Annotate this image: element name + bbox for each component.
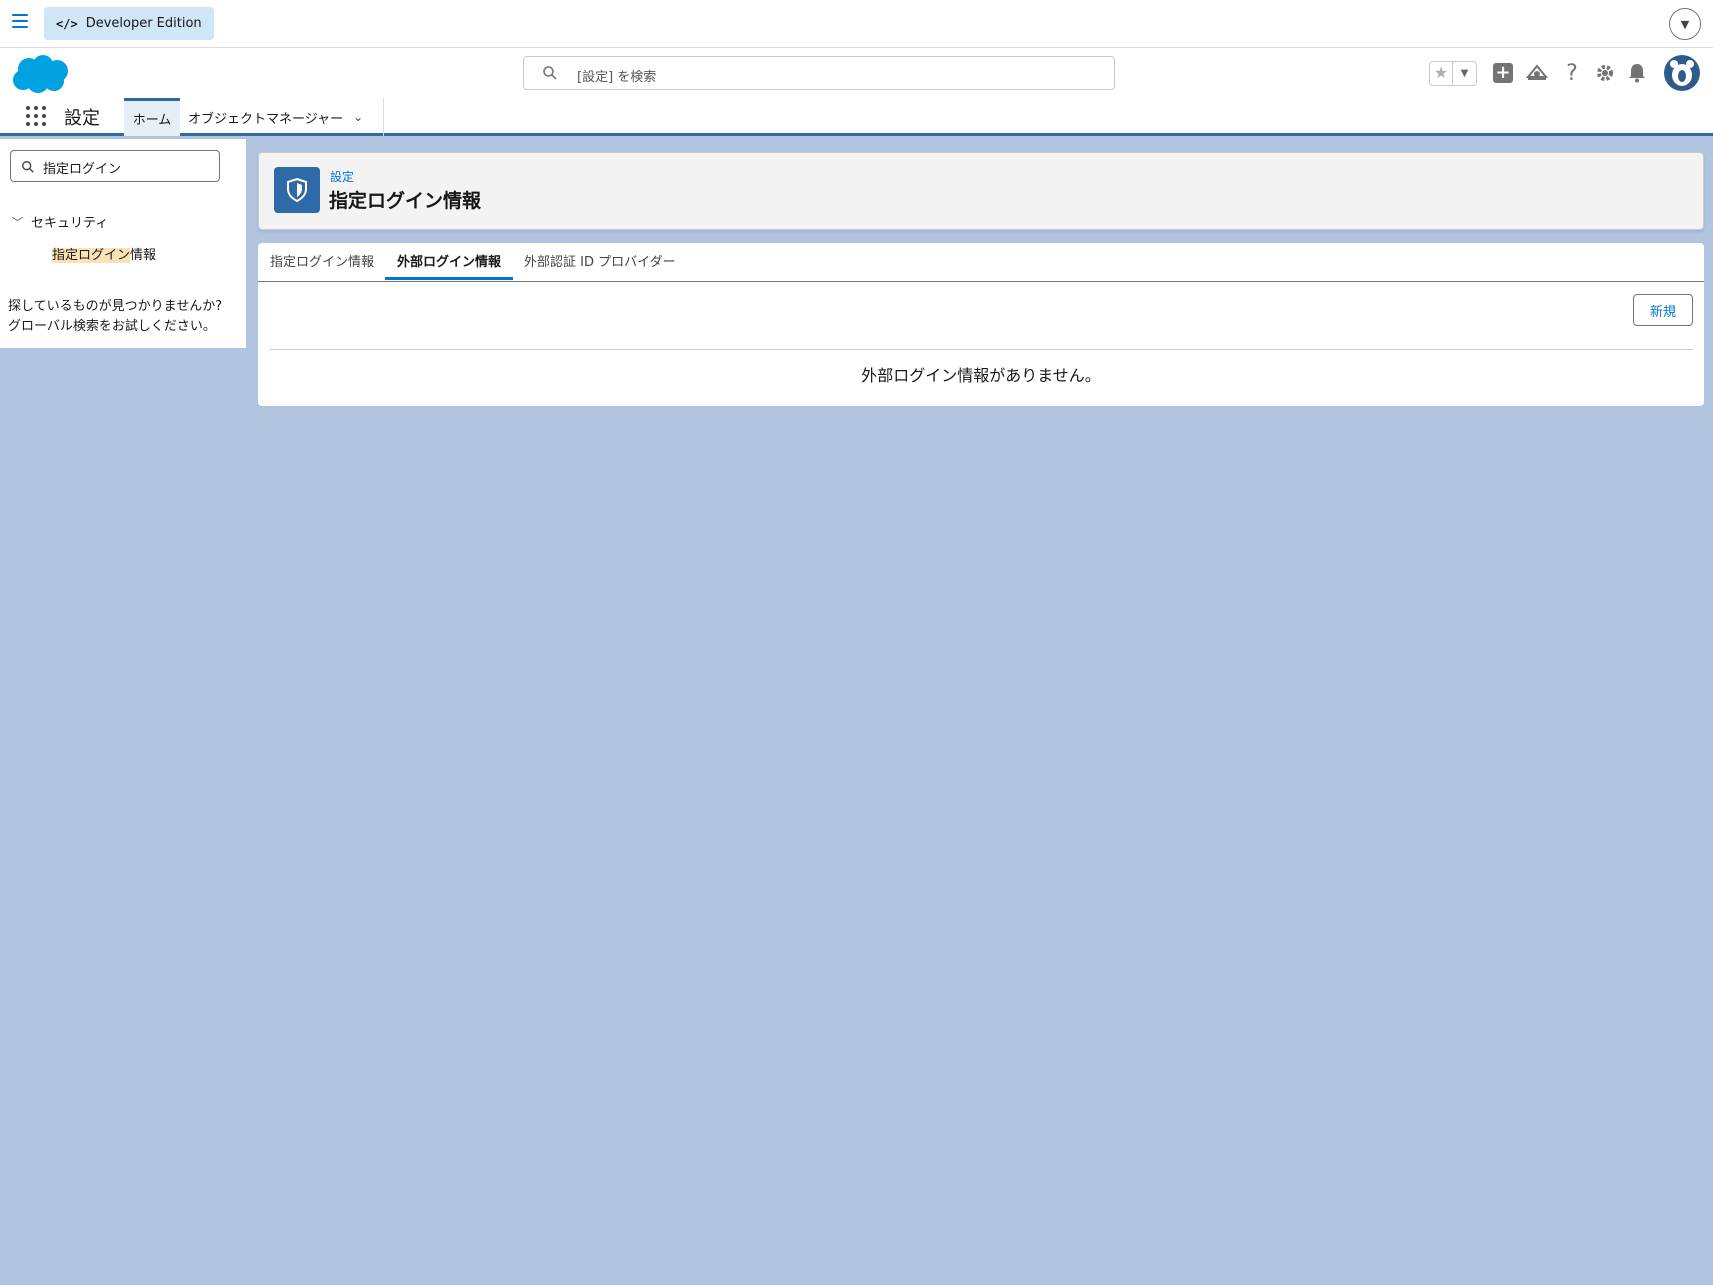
- trailhead-icon[interactable]: [1524, 60, 1550, 86]
- gear-icon[interactable]: [1592, 60, 1618, 86]
- tree-item-named-credentials[interactable]: 指定ログイン情報: [52, 244, 156, 263]
- avatar[interactable]: [1664, 55, 1700, 91]
- edition-label: Developer Edition: [85, 16, 202, 31]
- shield-icon: [274, 167, 320, 213]
- app-launcher-icon[interactable]: [26, 106, 46, 126]
- new-button[interactable]: 新規: [1633, 294, 1693, 326]
- help-icon[interactable]: ?: [1559, 60, 1585, 86]
- developer-edition-badge[interactable]: </> Developer Edition: [44, 7, 214, 40]
- tab-object-manager[interactable]: オブジェクトマネージャー ⌄: [180, 98, 384, 136]
- tab-home[interactable]: ホーム: [124, 98, 180, 136]
- tree-section-security[interactable]: ﹀ セキュリティ: [12, 212, 109, 232]
- developer-bar: [0, 0, 1713, 48]
- favorites-control[interactable]: ★ ▼: [1429, 61, 1477, 86]
- app-name: 設定: [64, 108, 100, 129]
- star-icon[interactable]: ★: [1430, 62, 1453, 85]
- tree-item-label-rest: 情報: [130, 248, 157, 263]
- tab-external-auth-identity-providers[interactable]: 外部認証 ID プロバイダー: [524, 250, 676, 280]
- global-search[interactable]: [設定] を検索: [523, 56, 1115, 90]
- tab-object-manager-label: オブジェクトマネージャー: [188, 111, 344, 127]
- chevron-down-icon[interactable]: ▼: [1669, 8, 1701, 40]
- quick-find-value: 指定ログイン: [43, 162, 122, 177]
- salesforce-logo[interactable]: [11, 54, 69, 94]
- hamburger-icon[interactable]: [12, 14, 28, 30]
- quick-find-input[interactable]: 指定ログイン: [10, 150, 220, 182]
- help-line-1: 探しているものが見つかりませんか?: [8, 299, 223, 314]
- search-highlight: 指定ログイン: [52, 248, 131, 263]
- chevron-down-icon[interactable]: ▼: [1453, 62, 1476, 85]
- breadcrumb[interactable]: 設定: [330, 168, 354, 185]
- tree-section-label: セキュリティ: [31, 216, 109, 231]
- chevron-down-icon[interactable]: ﹀: [12, 214, 23, 230]
- empty-state-message: 外部ログイン情報がありません。: [861, 366, 1101, 385]
- sidebar-help-text: 探しているものが見つかりませんか? グローバル検索をお試しください。: [8, 297, 238, 337]
- page-title: 指定ログイン情報: [329, 190, 482, 212]
- code-icon: </>: [56, 16, 78, 31]
- tab-named-credentials[interactable]: 指定ログイン情報: [270, 250, 374, 280]
- search-icon: [543, 66, 557, 80]
- bell-icon[interactable]: [1624, 60, 1650, 86]
- search-placeholder: [設定] を検索: [577, 70, 657, 85]
- divider: [270, 349, 1693, 350]
- search-icon: [22, 161, 34, 173]
- tab-external-credentials[interactable]: 外部ログイン情報: [385, 250, 514, 280]
- plus-icon[interactable]: +: [1490, 60, 1516, 86]
- help-line-2: グローバル検索をお試しください。: [8, 319, 216, 334]
- chevron-down-icon[interactable]: ⌄: [353, 110, 363, 124]
